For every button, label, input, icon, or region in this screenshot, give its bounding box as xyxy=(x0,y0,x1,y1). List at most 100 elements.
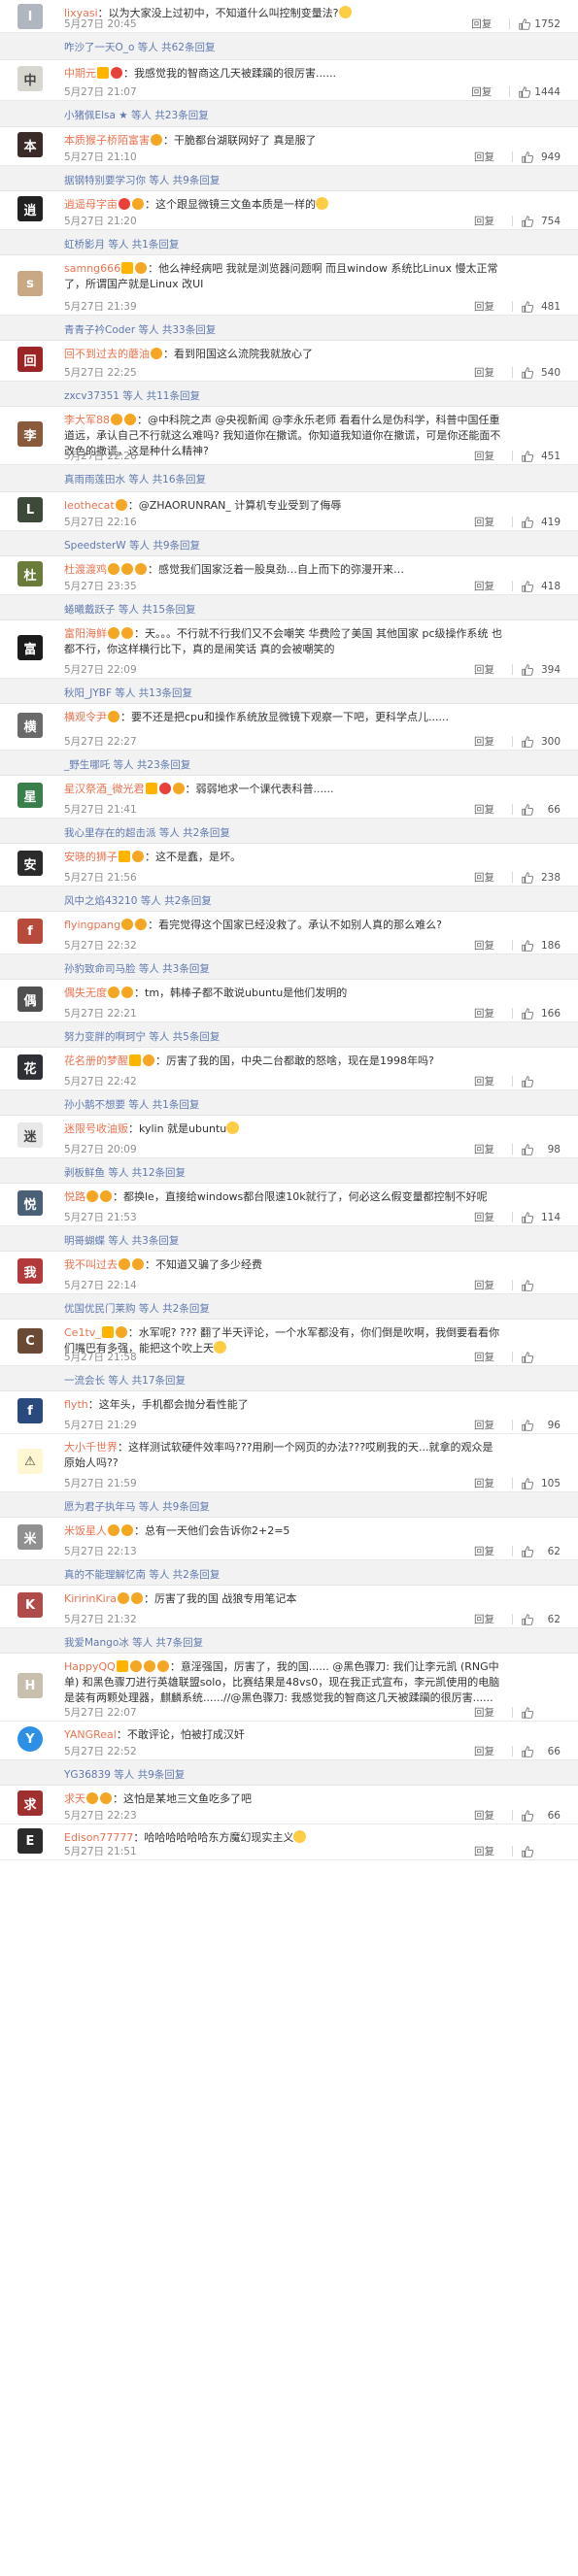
thumbs-up-icon[interactable] xyxy=(522,939,533,952)
username-link[interactable]: 星汉祭酒_微光君 xyxy=(64,783,145,795)
reply-button[interactable]: 回复 xyxy=(474,1705,494,1720)
avatar[interactable]: l xyxy=(17,4,43,29)
reply-thread-link[interactable]: 秋阳_JYBF 等人 共13条回复 xyxy=(64,686,192,700)
username-link[interactable]: 悦路 xyxy=(64,1190,85,1203)
username-link[interactable]: 李大军88 xyxy=(64,414,110,426)
reply-button[interactable]: 回复 xyxy=(474,1612,494,1626)
reply-button[interactable]: 回复 xyxy=(474,1142,494,1156)
reply-button[interactable]: 回复 xyxy=(471,17,492,31)
thumbs-up-icon[interactable] xyxy=(522,871,533,884)
username-link[interactable]: leothecat xyxy=(64,499,115,512)
username-link[interactable]: 迷限号收油贩 xyxy=(64,1122,128,1135)
username-link[interactable]: 大小千世界 xyxy=(64,1441,118,1454)
thumbs-up-icon[interactable] xyxy=(522,735,533,748)
reply-thread-summary[interactable]: 咋沙了一天O_o 等人 共62条回复 xyxy=(0,33,578,60)
reply-thread-link[interactable]: 蜷曦戴跃子 等人 共15条回复 xyxy=(64,602,196,617)
reply-thread-link[interactable]: 孙豹致命司马脸 等人 共3条回复 xyxy=(64,961,210,976)
thumbs-up-icon[interactable] xyxy=(522,1477,533,1489)
reply-thread-link[interactable]: _野生哪吒 等人 共23条回复 xyxy=(64,757,190,772)
reply-thread-summary[interactable]: 青青子衿Coder 等人 共33条回复 xyxy=(0,316,578,341)
thumbs-up-icon[interactable] xyxy=(522,450,533,462)
avatar[interactable]: Y xyxy=(17,1726,43,1752)
reply-button[interactable]: 回复 xyxy=(474,579,494,593)
avatar[interactable]: f xyxy=(17,919,43,944)
thumbs-up-icon[interactable] xyxy=(522,1211,533,1223)
reply-thread-summary[interactable]: 据钢特别要学习你 等人 共9条回复 xyxy=(0,166,578,191)
reply-thread-summary[interactable]: 虹桥影月 等人 共1条回复 xyxy=(0,230,578,255)
username-link[interactable]: 横观令尹 xyxy=(64,711,107,723)
reply-button[interactable]: 回复 xyxy=(474,150,494,164)
username-link[interactable]: 回不到过去的蘑油 xyxy=(64,348,150,360)
avatar[interactable]: ⚠ xyxy=(17,1449,43,1474)
thumbs-up-icon[interactable] xyxy=(522,516,533,528)
thumbs-up-icon[interactable] xyxy=(522,1613,533,1625)
thumbs-up-icon[interactable] xyxy=(522,1845,533,1857)
reply-button[interactable]: 回复 xyxy=(474,1844,494,1858)
avatar[interactable]: 中 xyxy=(17,66,43,91)
avatar[interactable]: C xyxy=(17,1328,43,1354)
reply-thread-summary[interactable]: 我心里存在的超击派 等人 共2条回复 xyxy=(0,819,578,844)
avatar[interactable]: 李 xyxy=(17,421,43,447)
reply-thread-summary[interactable]: YG36839 等人 共9条回复 xyxy=(0,1760,578,1786)
avatar[interactable]: 逍 xyxy=(17,196,43,221)
thumbs-up-icon[interactable] xyxy=(522,1706,533,1719)
reply-thread-summary[interactable]: 明哥蝴蝶 等人 共3条回复 xyxy=(0,1226,578,1252)
reply-thread-link[interactable]: 咋沙了一天O_o 等人 共62条回复 xyxy=(64,40,215,54)
reply-thread-link[interactable]: 愿为君子执年马 等人 共9条回复 xyxy=(64,1499,210,1514)
username-link[interactable]: 求天 xyxy=(64,1792,85,1805)
reply-button[interactable]: 回复 xyxy=(474,1476,494,1490)
reply-thread-link[interactable]: 风中之焰43210 等人 共2条回复 xyxy=(64,893,212,908)
reply-thread-summary[interactable]: 真雨雨莲田水 等人 共16条回复 xyxy=(0,465,578,492)
thumbs-up-icon[interactable] xyxy=(522,151,533,163)
reply-thread-summary[interactable]: 优国优民门莱购 等人 共2条回复 xyxy=(0,1294,578,1320)
reply-button[interactable]: 回复 xyxy=(474,1744,494,1758)
username-link[interactable]: Ce1tv_ xyxy=(64,1326,101,1339)
avatar[interactable]: 星 xyxy=(17,783,43,808)
avatar[interactable]: 米 xyxy=(17,1524,43,1550)
thumbs-up-icon[interactable] xyxy=(519,85,531,98)
thumbs-up-icon[interactable] xyxy=(522,1007,533,1020)
reply-button[interactable]: 回复 xyxy=(474,1544,494,1558)
username-link[interactable]: KiririnKira xyxy=(64,1592,117,1605)
reply-button[interactable]: 回复 xyxy=(474,1074,494,1088)
reply-thread-link[interactable]: 真的不能理解忆南 等人 共2条回复 xyxy=(64,1567,220,1582)
avatar[interactable]: s xyxy=(17,271,43,296)
username-link[interactable]: 米饭星人 xyxy=(64,1524,107,1537)
avatar[interactable]: 花 xyxy=(17,1054,43,1080)
reply-thread-summary[interactable]: 剥板鲜鱼 等人 共12条回复 xyxy=(0,1158,578,1184)
reply-thread-summary[interactable]: 秋阳_JYBF 等人 共13条回复 xyxy=(0,679,578,704)
thumbs-up-icon[interactable] xyxy=(522,1279,533,1291)
thumbs-up-icon[interactable] xyxy=(522,215,533,227)
avatar[interactable]: 富 xyxy=(17,635,43,660)
reply-thread-link[interactable]: 孙小鹅不想要 等人 共1条回复 xyxy=(64,1097,199,1112)
thumbs-up-icon[interactable] xyxy=(522,1075,533,1087)
username-link[interactable]: flyth xyxy=(64,1398,88,1411)
reply-thread-link[interactable]: SpeedsterW 等人 共9条回复 xyxy=(64,538,200,552)
reply-button[interactable]: 回复 xyxy=(474,449,494,463)
avatar[interactable]: f xyxy=(17,1398,43,1423)
reply-thread-summary[interactable]: 努力变胖的啊珂宁 等人 共5条回复 xyxy=(0,1022,578,1048)
reply-thread-link[interactable]: YG36839 等人 共9条回复 xyxy=(64,1767,185,1782)
reply-thread-summary[interactable]: 孙豹致命司马脸 等人 共3条回复 xyxy=(0,954,578,980)
username-link[interactable]: 花名册的梦醒 xyxy=(64,1054,128,1067)
reply-button[interactable]: 回复 xyxy=(474,515,494,529)
reply-thread-link[interactable]: 真雨雨莲田水 等人 共16条回复 xyxy=(64,472,206,486)
thumbs-up-icon[interactable] xyxy=(522,1143,533,1155)
username-link[interactable]: Edison77777 xyxy=(64,1831,133,1844)
username-link[interactable]: HappyQQ xyxy=(64,1660,116,1673)
reply-thread-summary[interactable]: _野生哪吒 等人 共23条回复 xyxy=(0,751,578,776)
thumbs-up-icon[interactable] xyxy=(522,366,533,379)
reply-button[interactable]: 回复 xyxy=(474,299,494,314)
reply-button[interactable]: 回复 xyxy=(474,214,494,228)
reply-thread-summary[interactable]: SpeedsterW 等人 共9条回复 xyxy=(0,531,578,556)
reply-thread-link[interactable]: 据钢特别要学习你 等人 共9条回复 xyxy=(64,173,220,187)
reply-button[interactable]: 回复 xyxy=(474,1418,494,1432)
username-link[interactable]: 安晓的狮子 xyxy=(64,851,118,863)
reply-thread-link[interactable]: 我心里存在的超击派 等人 共2条回复 xyxy=(64,825,230,840)
reply-thread-link[interactable]: 剥板鲜鱼 等人 共12条回复 xyxy=(64,1165,186,1180)
reply-thread-summary[interactable]: 我爱Mango冰 等人 共7条回复 xyxy=(0,1628,578,1654)
reply-thread-summary[interactable]: 蜷曦戴跃子 等人 共15条回复 xyxy=(0,595,578,620)
avatar[interactable]: 悦 xyxy=(17,1190,43,1216)
avatar[interactable]: 杜 xyxy=(17,561,43,586)
avatar[interactable]: 迷 xyxy=(17,1122,43,1148)
